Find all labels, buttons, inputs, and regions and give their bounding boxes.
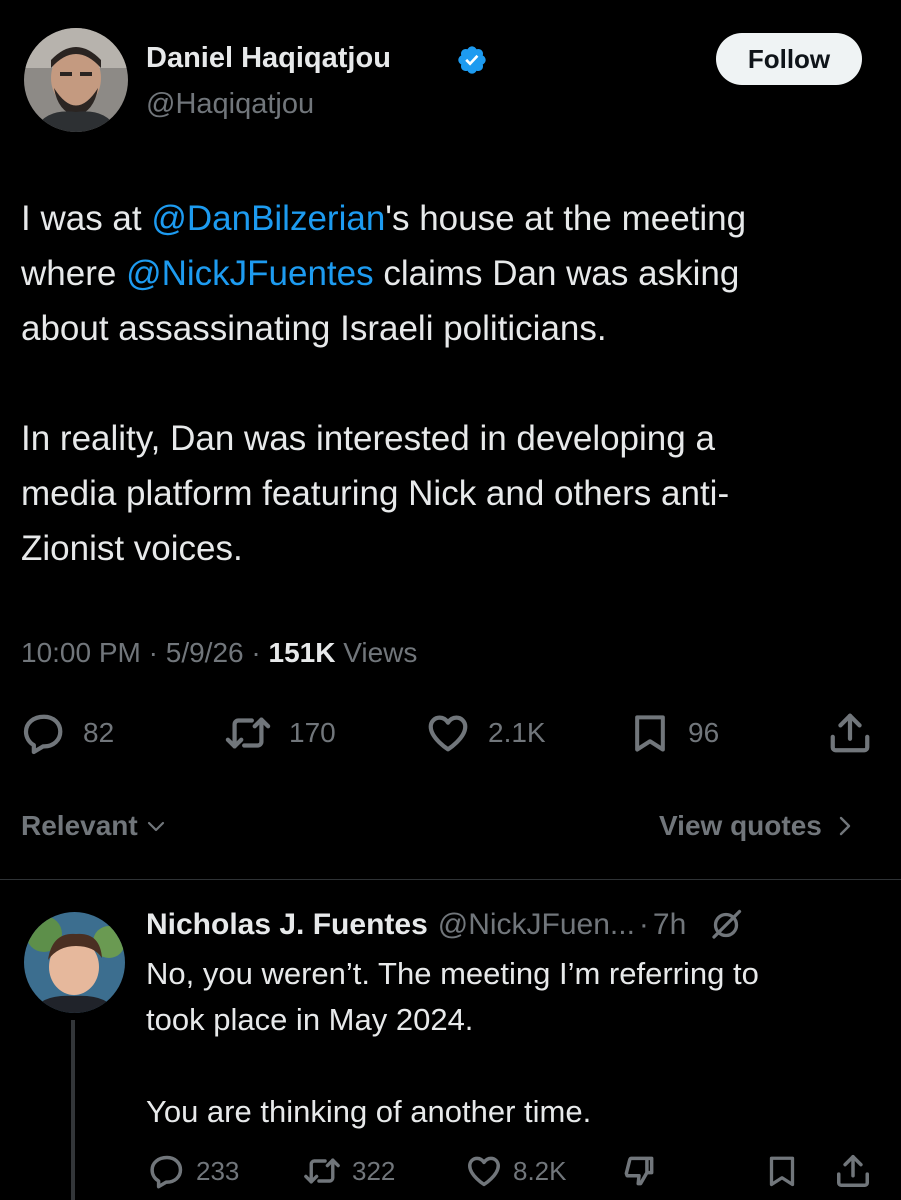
reply-author-avatar[interactable] [24, 912, 125, 1013]
reply-reply-action[interactable]: 233 [148, 1152, 239, 1190]
thumbs-down-icon [624, 1156, 654, 1186]
repost-count: 170 [289, 717, 336, 748]
follow-button[interactable]: Follow [716, 33, 862, 85]
heart-icon [428, 715, 468, 752]
reply-action[interactable]: 82 [21, 710, 114, 756]
bookmark-icon [635, 715, 665, 752]
meta-separator: · [148, 637, 158, 668]
author-name[interactable]: Daniel Haqiqatjou [146, 38, 391, 78]
reply-author-name[interactable]: Nicholas J. Fuentes [146, 904, 428, 946]
share-icon [837, 1155, 869, 1187]
mention-link[interactable]: @NickJFuentes [126, 254, 374, 293]
reply-like-count: 8.2K [513, 1155, 567, 1186]
repost-action[interactable]: 170 [223, 710, 336, 756]
bookmark-action[interactable]: 96 [628, 710, 719, 756]
tweet-date[interactable]: 5/9/26 [166, 637, 244, 668]
share-icon [830, 713, 870, 753]
tweet-text-line: Zionist voices. [21, 529, 243, 568]
reply-reply-count: 233 [196, 1155, 240, 1186]
grok-icon[interactable] [708, 907, 744, 943]
reply-icon [150, 1155, 183, 1189]
meta-separator: · [251, 637, 261, 668]
heart-icon [468, 1156, 500, 1187]
views-label: Views [343, 637, 418, 668]
tweet-time[interactable]: 10:00 PM [21, 637, 141, 668]
view-quotes-link[interactable]: View quotes [659, 806, 856, 846]
bookmark-count: 96 [688, 717, 720, 748]
reply-downvote-action[interactable] [620, 1152, 658, 1190]
reply-count: 82 [83, 717, 115, 748]
reply-separator: · [638, 908, 649, 941]
share-action[interactable] [826, 710, 874, 756]
tweet-text-line: where @NickJFuentes claims Dan was askin… [21, 246, 881, 301]
divider [0, 879, 901, 880]
chevron-right-icon [839, 816, 851, 836]
tweet-text-line: In reality, Dan was interested in develo… [21, 419, 715, 458]
tweet-text-segment: 's house at the meeting [385, 199, 747, 238]
repost-icon [304, 1158, 340, 1184]
sort-label: Relevant [21, 810, 138, 841]
tweet-text-segment: where [21, 254, 127, 293]
mention-link[interactable]: @DanBilzerian [151, 199, 385, 238]
reply-time[interactable]: 7h [653, 904, 686, 946]
reply-like-action[interactable]: 8.2K [465, 1152, 567, 1190]
reply-repost-count: 322 [352, 1155, 396, 1186]
reply-icon [23, 714, 63, 755]
tweet-text-segment: I was at [21, 199, 152, 238]
views-count[interactable]: 151K [269, 637, 336, 668]
tweet-meta: 10:00 PM · 5/9/26 · 151K Views [21, 633, 417, 673]
reply-share-action[interactable] [834, 1152, 872, 1190]
tweet-text-segment: claims Dan was asking [373, 254, 740, 293]
reply-text-line: took place in May 2024. [146, 1002, 474, 1037]
like-count: 2.1K [488, 717, 546, 748]
author-handle[interactable]: @Haqiqatjou [146, 84, 314, 124]
verified-badge-icon [456, 44, 488, 76]
view-quotes-label: View quotes [659, 810, 822, 841]
reply-bookmark-action[interactable] [764, 1152, 800, 1190]
author-avatar[interactable] [24, 28, 128, 132]
reply-text-line: No, you weren’t. The meeting I’m referri… [146, 956, 759, 991]
bookmark-icon [769, 1156, 795, 1187]
reply-text-line: You are thinking of another time. [146, 1094, 592, 1129]
chevron-down-icon [147, 821, 164, 832]
reply-author-handle[interactable]: @NickJFuen... [438, 904, 635, 946]
like-action[interactable]: 2.1K [424, 710, 546, 756]
tweet-text-line: I was at @DanBilzerian's house at the me… [21, 191, 881, 246]
repost-icon [225, 717, 271, 749]
tweet-text-line: about assassinating Israeli politicians. [21, 309, 607, 348]
reply-repost-action[interactable]: 322 [302, 1152, 395, 1190]
tweet-text-line: media platform featuring Nick and others… [21, 474, 730, 513]
thread-line [71, 1020, 75, 1200]
reply-header: Nicholas J. Fuentes @NickJFuen... · 7h [146, 904, 744, 946]
sort-relevant-dropdown[interactable]: Relevant [21, 806, 168, 846]
